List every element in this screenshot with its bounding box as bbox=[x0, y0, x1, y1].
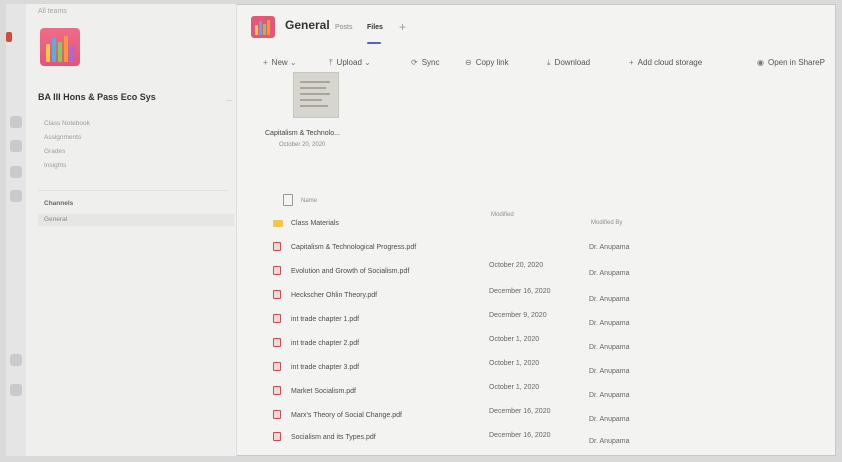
pdf-icon bbox=[273, 386, 281, 395]
table-row-modified-by: Dr. Anupama bbox=[589, 270, 630, 277]
chevron-down-icon: ⌄ bbox=[289, 58, 297, 67]
calendar-icon[interactable] bbox=[10, 190, 22, 202]
download-button[interactable]: ⤓ Download bbox=[547, 58, 590, 68]
sidebar-item-class-notebook[interactable]: Class Notebook bbox=[44, 120, 90, 127]
add-cloud-storage-button[interactable]: + Add cloud storage bbox=[629, 58, 702, 67]
team-sidebar: All teams BA III Hons & Pass Eco Sys ...… bbox=[26, 4, 237, 456]
tab-posts[interactable]: Posts bbox=[335, 24, 353, 31]
column-header-name[interactable]: Name bbox=[301, 198, 317, 204]
table-row-name[interactable]: int trade chapter 3.pdf bbox=[291, 364, 359, 371]
sync-button[interactable]: ⟳ Sync bbox=[411, 58, 440, 67]
file-thumbnail[interactable] bbox=[293, 72, 339, 118]
link-icon: ⊖ bbox=[465, 58, 472, 67]
table-row-modified: October 1, 2020 bbox=[489, 336, 540, 343]
sync-icon: ⟳ bbox=[411, 58, 418, 67]
pdf-icon bbox=[273, 362, 281, 371]
table-row-modified: December 16, 2020 bbox=[489, 288, 551, 295]
table-row-modified: October 1, 2020 bbox=[489, 384, 540, 391]
table-row-modified: December 9, 2020 bbox=[489, 312, 547, 319]
channels-header: Channels bbox=[44, 200, 74, 207]
more-options-icon[interactable]: ... bbox=[226, 96, 232, 103]
channel-label: General bbox=[44, 216, 68, 223]
table-row-modified-by: Dr. Anupama bbox=[589, 368, 630, 375]
tab-files[interactable]: Files bbox=[367, 24, 383, 31]
chevron-down-icon: ⌄ bbox=[364, 58, 371, 67]
teams-icon[interactable] bbox=[10, 140, 22, 152]
team-avatar bbox=[40, 28, 80, 66]
table-row-modified-by: Dr. Anupama bbox=[589, 392, 630, 399]
table-row-name[interactable]: int trade chapter 1.pdf bbox=[291, 316, 359, 323]
plus-icon: + bbox=[629, 58, 634, 67]
activity-badge-icon bbox=[6, 32, 12, 42]
teams-window: All teams BA III Hons & Pass Eco Sys ...… bbox=[6, 4, 836, 456]
download-icon: ⤓ bbox=[547, 58, 551, 67]
pdf-icon bbox=[273, 242, 281, 251]
pdf-icon bbox=[273, 266, 281, 275]
main-panel: General Posts Files + + New ⌄ ⤒ Upload ⌄ ⟳… bbox=[237, 4, 836, 456]
pdf-icon bbox=[273, 432, 281, 441]
table-row-name[interactable]: Marx's Theory of Social Change.pdf bbox=[291, 412, 402, 419]
team-name[interactable]: BA III Hons & Pass Eco Sys bbox=[38, 92, 156, 102]
column-header-modified-by[interactable]: Modified By bbox=[591, 220, 622, 226]
pdf-icon bbox=[273, 314, 281, 323]
sidebar-item-assignments[interactable]: Assignments bbox=[44, 134, 81, 141]
table-row-modified-by: Dr. Anupama bbox=[589, 244, 630, 251]
sidebar-item-grades[interactable]: Grades bbox=[44, 148, 65, 155]
table-row-name[interactable]: Heckscher Ohlin Theory.pdf bbox=[291, 292, 377, 299]
table-row-name[interactable]: Market Socialism.pdf bbox=[291, 388, 356, 395]
plus-icon: + bbox=[263, 58, 268, 67]
all-teams-link[interactable]: All teams bbox=[38, 8, 67, 15]
add-tab-button[interactable]: + bbox=[399, 20, 406, 34]
copy-link-button[interactable]: ⊖ Copy link bbox=[465, 58, 509, 67]
upload-icon: ⤒ bbox=[329, 58, 333, 67]
upload-button[interactable]: ⤒ Upload ⌄ bbox=[329, 58, 375, 68]
table-row-modified-by: Dr. Anupama bbox=[589, 344, 630, 351]
open-in-sharepoint-button[interactable]: ◉ Open in ShareP bbox=[757, 58, 825, 67]
table-row-modified-by: Dr. Anupama bbox=[589, 416, 630, 423]
channel-item-general[interactable]: General bbox=[38, 214, 234, 226]
assignments-icon[interactable] bbox=[10, 166, 22, 178]
table-row-modified: December 16, 2020 bbox=[489, 408, 551, 415]
pdf-icon bbox=[273, 338, 281, 347]
app-rail bbox=[6, 4, 27, 456]
channel-team-icon bbox=[251, 16, 275, 38]
table-row-modified-by: Dr. Anupama bbox=[589, 296, 630, 303]
table-row-modified: December 16, 2020 bbox=[489, 432, 551, 439]
table-row-name[interactable]: Evolution and Growth of Socialism.pdf bbox=[291, 268, 409, 275]
pdf-icon bbox=[273, 290, 281, 299]
channel-title: General bbox=[285, 18, 330, 32]
tile-file-date: October 20, 2020 bbox=[279, 142, 326, 148]
table-row-name[interactable]: Socialism and its Types.pdf bbox=[291, 434, 376, 441]
file-type-icon bbox=[283, 194, 293, 206]
table-row-name[interactable]: int trade chapter 2.pdf bbox=[291, 340, 359, 347]
help-icon[interactable] bbox=[10, 384, 22, 396]
new-button[interactable]: + New ⌄ bbox=[263, 58, 301, 67]
sidebar-divider bbox=[38, 190, 228, 191]
table-row-modified: October 20, 2020 bbox=[489, 262, 544, 269]
table-row-modified-by: Dr. Anupama bbox=[589, 320, 630, 327]
folder-icon bbox=[273, 220, 283, 227]
apps-icon[interactable] bbox=[10, 354, 22, 366]
sharepoint-icon: ◉ bbox=[757, 58, 764, 67]
table-row-modified-by: Dr. Anupama bbox=[589, 438, 630, 445]
column-header-modified[interactable]: Modified bbox=[491, 212, 514, 218]
sidebar-item-insights[interactable]: Insights bbox=[44, 162, 66, 169]
table-row-name[interactable]: Class Materials bbox=[291, 220, 339, 227]
tile-file-name[interactable]: Capitalism & Technolo... bbox=[265, 130, 340, 137]
table-row-modified: October 1, 2020 bbox=[489, 360, 540, 367]
table-row-name[interactable]: Capitalism & Technological Progress.pdf bbox=[291, 244, 416, 251]
pdf-icon bbox=[273, 410, 281, 419]
active-tab-indicator bbox=[367, 42, 381, 44]
chat-icon[interactable] bbox=[10, 116, 22, 128]
